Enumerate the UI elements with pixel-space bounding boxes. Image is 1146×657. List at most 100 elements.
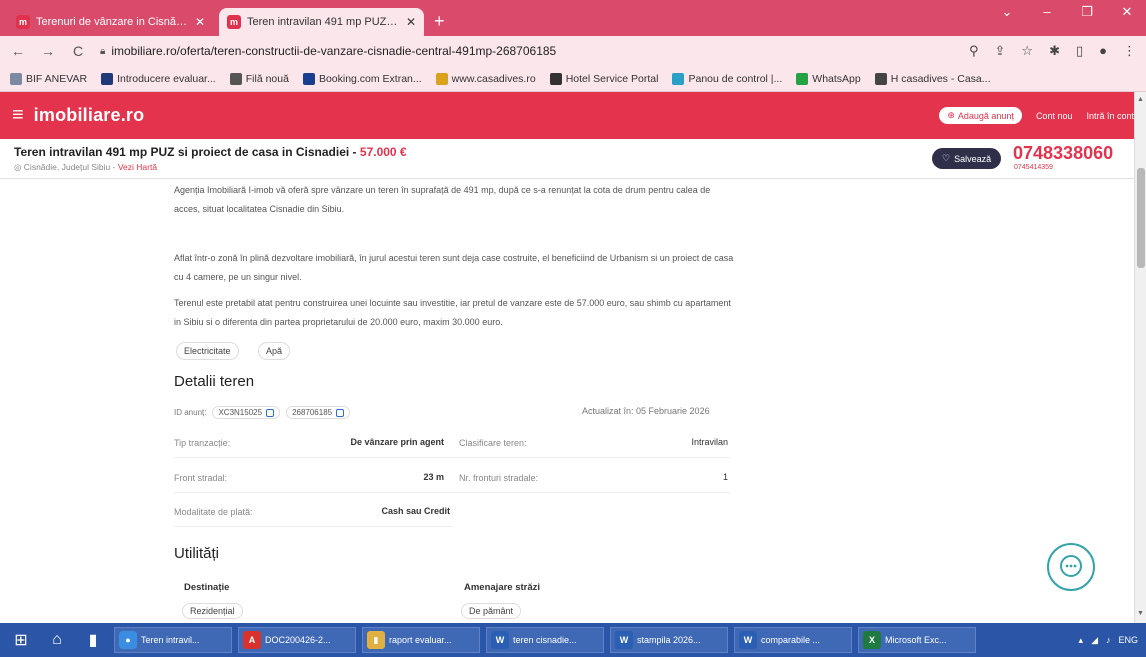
detail-key: Front stradal: — [174, 473, 228, 483]
scroll-down-icon[interactable]: ▼ — [1137, 610, 1144, 617]
extensions-icon[interactable]: ✱ — [1049, 43, 1060, 59]
tab-label: Terenuri de vânzare in Cisnădie — [36, 16, 189, 28]
description-paragraph-3: Terenul este pretabil atat pentru constr… — [174, 298, 731, 327]
detail-value: 23 m — [423, 472, 444, 482]
taskbar-app[interactable]: Wteren cisnadie... — [486, 627, 604, 653]
back-button[interactable]: ← — [10, 43, 26, 59]
bookmark-item[interactable]: H casadives - Casa... — [874, 72, 991, 85]
site-logo[interactable]: imobiliare.ro — [34, 105, 145, 126]
bookmarks-bar: BIF ANEVAR Introducere evaluar... Filă nou… — [0, 66, 1146, 92]
browser-tab-2[interactable]: m Teren intravilan 491 mp PUZ si p ✕ — [219, 8, 424, 36]
browser-tab-1[interactable]: m Terenuri de vânzare in Cisnădie ✕ — [8, 8, 213, 36]
windows-start-icon[interactable]: ⊞ — [6, 627, 36, 653]
app-label: raport evaluar... — [389, 635, 452, 645]
app-icon: ● — [119, 631, 137, 649]
window-controls: ⌄ – ❐ ✕ — [994, 4, 1140, 20]
taskbar-app[interactable]: ▮ raport evaluar... — [362, 627, 480, 653]
app-label: DOC200426-2... — [265, 635, 331, 645]
copy-icon[interactable] — [336, 408, 345, 417]
new-account-link[interactable]: Cont nou — [1036, 111, 1073, 121]
app-icon: ▮ — [367, 631, 385, 649]
page-scrollbar[interactable]: ▲ ▼ — [1134, 92, 1146, 623]
new-tab-button[interactable]: + — [434, 11, 445, 32]
bookmark-item[interactable]: www.casadives.ro — [435, 72, 536, 85]
star-icon[interactable]: ☆ — [1021, 43, 1033, 59]
detail-key: Tip tranzacție: — [174, 438, 231, 448]
bookmark-item[interactable]: Introducere evaluar... — [101, 72, 216, 85]
taskbar-app[interactable]: X Microsoft Exc... — [858, 627, 976, 653]
details-heading: Detalii teren — [174, 373, 255, 390]
add-listing-button[interactable]: ⊕ Adaugă anunț — [939, 107, 1022, 124]
bookmark-label: BIF ANEVAR — [26, 72, 88, 85]
location-text: Cisnădie, Județul Sibiu - — [23, 162, 118, 172]
chevron-down-icon[interactable]: ⌄ — [994, 4, 1020, 20]
language-indicator[interactable]: ENG — [1118, 635, 1138, 646]
browser-tab-strip: m Terenuri de vânzare in Cisnădie ✕ m Te… — [0, 0, 1146, 36]
scrollbar-thumb[interactable] — [1137, 168, 1145, 268]
detail-row: Modalitate de plată: Cash sau Credit — [174, 499, 452, 527]
zoom-icon[interactable]: ⚲ — [969, 43, 979, 59]
menu-icon[interactable]: ⋮ — [1123, 43, 1136, 59]
tag-water: Apă — [258, 342, 291, 360]
file-explorer-icon[interactable]: ▮ — [78, 627, 108, 653]
destination-value: Rezidențial — [182, 603, 243, 619]
bookmark-item[interactable]: Panou de control |... — [672, 72, 782, 85]
volume-icon[interactable]: ♪ — [1106, 635, 1111, 646]
bookmark-item[interactable]: Filă nouă — [229, 72, 289, 85]
home-icon[interactable]: ⌂ — [42, 627, 72, 653]
close-icon[interactable]: ✕ — [195, 15, 205, 29]
phone-number-secondary: 0745414359 — [1014, 164, 1053, 171]
bookmark-icon — [549, 72, 562, 85]
copy-icon[interactable] — [266, 408, 275, 417]
destination-heading: Destinație — [184, 582, 230, 593]
bookmark-item[interactable]: Hotel Service Portal — [549, 72, 659, 85]
close-icon[interactable]: ✕ — [406, 15, 416, 29]
save-button[interactable]: ♡ Salvează — [932, 148, 1002, 169]
location-pin-icon: ◎ — [14, 162, 22, 172]
close-window-button[interactable]: ✕ — [1114, 4, 1140, 20]
bookmark-icon — [672, 72, 685, 85]
phone-number[interactable]: 0748338060 — [1013, 143, 1113, 164]
bookmark-item[interactable]: BIF ANEVAR — [10, 72, 88, 85]
id-chip-1[interactable]: XC3N15025 — [212, 406, 281, 419]
detail-row: Tip tranzacție: De vânzare prin agent Cl… — [174, 430, 730, 458]
bookmark-label: WhatsApp — [812, 72, 861, 85]
bookmark-label: Hotel Service Portal — [565, 72, 659, 85]
login-link[interactable]: Intră în cont — [1086, 111, 1134, 121]
profile-avatar[interactable]: ● — [1099, 43, 1107, 59]
reload-button[interactable]: C — [70, 43, 86, 59]
map-link[interactable]: Vezi Hartă — [118, 162, 157, 172]
minimize-button[interactable]: – — [1034, 4, 1060, 20]
chat-button[interactable] — [1047, 543, 1095, 591]
listing-content: Agenția Imobiliară I-imob vă oferă spre … — [0, 179, 1134, 623]
taskbar-app[interactable]: Wstampila 2026... — [610, 627, 728, 653]
bookmark-item[interactable]: Booking.com Extran... — [302, 72, 422, 85]
street-value: De pământ — [461, 603, 522, 619]
app-label: comparabile ... — [761, 635, 821, 645]
forward-button[interactable]: → — [40, 43, 56, 59]
taskbar-apps: ● Teren intravil... A DOC200426-2... ▮ raport… — [114, 627, 976, 653]
imobiliare-favicon-icon: m — [227, 15, 241, 29]
chat-bubble-icon — [1060, 555, 1082, 577]
share-icon[interactable]: ⇪ — [995, 43, 1006, 59]
imobiliare-favicon-icon: m — [16, 15, 30, 29]
windows-taskbar: ⊞ ⌂ ▮ ● Teren intravil... A DOC200426-2... ▮… — [0, 623, 1146, 657]
sidepanel-icon[interactable]: ▯ — [1076, 43, 1083, 59]
updated-date: Actualizat în: 05 Februarie 2026 — [582, 406, 710, 416]
tray-arrow-icon[interactable]: ▴ — [1079, 635, 1084, 646]
app-icon: X — [863, 631, 881, 649]
taskbar-app[interactable]: A DOC200426-2... — [238, 627, 356, 653]
bookmark-label: Booking.com Extran... — [318, 72, 422, 85]
hamburger-menu-icon[interactable]: ≡ — [12, 104, 24, 127]
bookmark-label: H casadives - Casa... — [890, 72, 991, 85]
taskbar-app[interactable]: ● Teren intravil... — [114, 627, 232, 653]
app-label: Teren intravil... — [141, 635, 200, 645]
site-header: ≡ imobiliare.ro ⊕ Adaugă anunț Cont nou … — [0, 92, 1146, 139]
bookmark-item[interactable]: WhatsApp — [796, 72, 861, 85]
maximize-button[interactable]: ❐ — [1074, 4, 1100, 20]
scroll-up-icon[interactable]: ▲ — [1137, 96, 1144, 103]
taskbar-app[interactable]: Wcomparabile ... — [734, 627, 852, 653]
detail-key: Clasificare teren: — [459, 438, 527, 448]
id-chip-2[interactable]: 268706185 — [286, 406, 351, 419]
url-field[interactable]: 🔒︎ imobiliare.ro/oferta/teren-constructi… — [100, 40, 955, 62]
